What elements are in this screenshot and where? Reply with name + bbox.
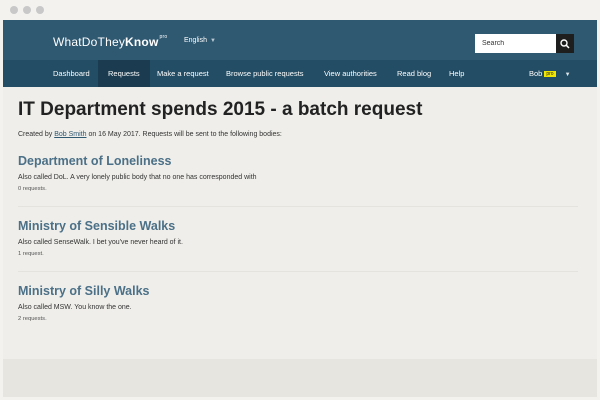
language-selector[interactable]: English ▼ (184, 37, 216, 44)
chevron-down-icon: ▼ (209, 38, 216, 44)
public-body-link[interactable]: Ministry of Silly Walks (18, 284, 578, 298)
author-link[interactable]: Bob Smith (54, 131, 86, 138)
search-icon (560, 38, 570, 49)
public-body-description: Also called MSW. You know the one. (18, 304, 132, 311)
created-by-line: Created by Bob Smith on 16 May 2017. Req… (18, 131, 282, 138)
chevron-down-icon: ▼ (564, 72, 571, 78)
public-body-item: Department of Loneliness Also called DoL… (18, 154, 578, 192)
search-input[interactable] (475, 34, 557, 53)
window-close-dot[interactable] (10, 6, 18, 14)
user-menu[interactable]: Bob pro ▼ (529, 60, 571, 87)
logo-bold: Know (125, 35, 159, 49)
public-body-request-count: 2 requests. (18, 316, 47, 322)
logo-regular: WhatDoThey (53, 35, 126, 49)
nav-item-dashboard[interactable]: Dashboard (53, 60, 90, 87)
language-label: English (184, 37, 207, 44)
nav-item-read-blog[interactable]: Read blog (397, 60, 431, 87)
logo-pro-superscript: pro (159, 34, 168, 40)
nav-item-requests[interactable]: Requests (98, 60, 150, 87)
page: WhatDoTheyKnowpro English▼ Dashboard Req… (3, 20, 597, 397)
site-logo[interactable]: WhatDoTheyKnowpro (53, 34, 168, 49)
created-suffix: on 16 May 2017. Requests will be sent to… (88, 131, 282, 138)
divider (18, 271, 578, 272)
window-chrome (0, 0, 600, 20)
search-button[interactable] (556, 34, 574, 53)
page-title: IT Department spends 2015 - a batch requ… (18, 99, 423, 120)
site-header: WhatDoTheyKnowpro English ▼ (3, 20, 597, 60)
footer-band (3, 359, 597, 397)
public-body-description: Also called SenseWalk. I bet you've neve… (18, 239, 183, 246)
created-prefix: Created by (18, 131, 53, 138)
public-body-item: Ministry of Sensible Walks Also called S… (18, 219, 578, 257)
nav-item-browse-requests[interactable]: Browse public requests (226, 60, 304, 87)
pro-badge: pro (544, 71, 556, 77)
window-maximize-dot[interactable] (36, 6, 44, 14)
public-body-request-count: 1 request. (18, 251, 44, 257)
public-body-request-count: 0 requests. (18, 186, 47, 192)
public-body-item: Ministry of Silly Walks Also called MSW.… (18, 284, 578, 322)
nav-item-help[interactable]: Help (449, 60, 464, 87)
public-body-link[interactable]: Ministry of Sensible Walks (18, 219, 578, 233)
nav-item-make-request[interactable]: Make a request (157, 60, 209, 87)
nav-item-view-authorities[interactable]: View authorities (324, 60, 377, 87)
divider (18, 206, 578, 207)
user-name: Bob (529, 69, 543, 78)
main-nav: Dashboard Requests Make a request Browse… (3, 60, 597, 87)
public-body-link[interactable]: Department of Loneliness (18, 154, 578, 168)
public-body-description: Also called DoL. A very lonely public bo… (18, 174, 257, 181)
window-minimize-dot[interactable] (23, 6, 31, 14)
